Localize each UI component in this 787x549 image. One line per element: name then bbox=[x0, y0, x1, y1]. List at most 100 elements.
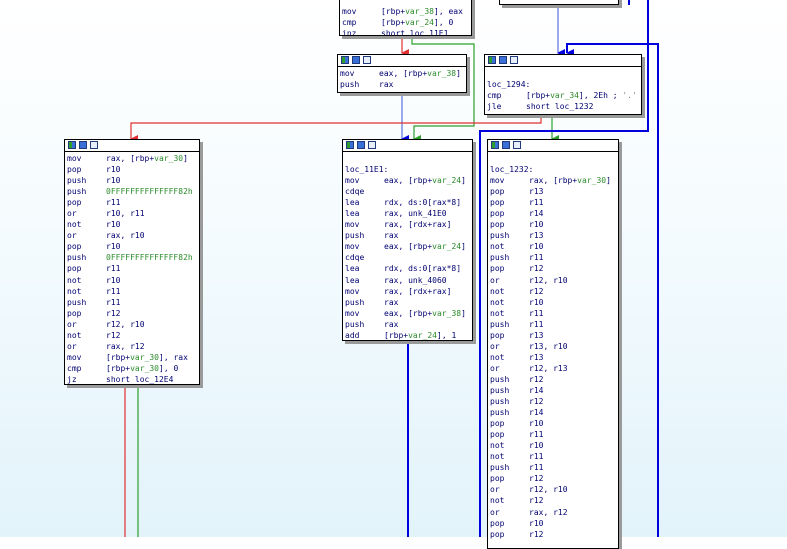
block-loc-11e1[interactable]: loc_11E1: mov eax, [rbp+var_24] cdqe lea rdx,… bbox=[342, 139, 473, 341]
instruction-line[interactable]: cdqe bbox=[345, 186, 470, 197]
instruction-line[interactable]: cmp [rbp+var_34], 2Eh ; '.' bbox=[487, 90, 639, 101]
instruction-line[interactable]: or rax, r12 bbox=[67, 341, 197, 352]
instruction-line[interactable]: pop r13 bbox=[490, 330, 616, 341]
operand-variable[interactable]: var_38 bbox=[427, 69, 456, 78]
instruction-line[interactable]: pop r12 bbox=[490, 529, 616, 540]
instruction-line[interactable]: or r12, r10 bbox=[490, 484, 616, 495]
instruction-line[interactable]: cdqe bbox=[345, 252, 470, 263]
node-titlebar[interactable] bbox=[485, 55, 641, 67]
instruction-line[interactable]: jz short loc_12E4 bbox=[67, 374, 197, 384]
zoom-node-icon[interactable] bbox=[368, 141, 376, 149]
instruction-line[interactable]: push rax bbox=[345, 319, 470, 330]
operand-variable[interactable]: var_30 bbox=[130, 364, 159, 373]
instruction-line[interactable]: pop r14 bbox=[490, 208, 616, 219]
instruction-line[interactable]: not r10 bbox=[490, 297, 616, 308]
operand-variable[interactable]: 0FFFFFFFFFFFFFF82h bbox=[106, 187, 193, 196]
instruction-line[interactable]: push rax bbox=[340, 79, 464, 90]
zoom-node-icon[interactable] bbox=[90, 141, 98, 149]
instruction-line[interactable]: push rax bbox=[345, 230, 470, 241]
instruction-line[interactable]: pop r11 bbox=[490, 429, 616, 440]
instruction-line[interactable]: mov eax, [rbp+var_38] bbox=[345, 308, 470, 319]
operand-variable[interactable]: var_38 bbox=[405, 7, 434, 16]
instruction-line[interactable]: mov rax, [rbp+var_30] bbox=[490, 175, 616, 186]
operand-variable[interactable]: var_38 bbox=[432, 309, 461, 318]
node-titlebar[interactable] bbox=[338, 55, 466, 67]
instruction-line[interactable]: lea rdx, ds:0[rax*8] bbox=[345, 197, 470, 208]
operand-variable[interactable]: var_24 bbox=[405, 18, 434, 27]
instruction-line[interactable]: mov eax, [rbp+var_24] bbox=[345, 175, 470, 186]
block-mov-var38[interactable]: mov eax, [rbp+var_38] push rax bbox=[337, 54, 467, 93]
operand-variable[interactable]: var_30 bbox=[130, 353, 159, 362]
blank-line[interactable] bbox=[487, 68, 639, 79]
operand-variable[interactable]: 0FFFFFFFFFFFFFF82h bbox=[106, 253, 193, 262]
operand-variable[interactable]: var_24 bbox=[432, 242, 461, 251]
node-titlebar[interactable] bbox=[343, 140, 472, 152]
graph-view-icon[interactable] bbox=[352, 56, 360, 64]
zoom-node-icon[interactable] bbox=[513, 141, 521, 149]
instruction-line[interactable]: push r13 bbox=[490, 230, 616, 241]
instruction-line[interactable]: not r10 bbox=[67, 275, 197, 286]
instruction-line[interactable]: mov rax, [rdx+rax] bbox=[345, 219, 470, 230]
instruction-line[interactable]: not r11 bbox=[490, 451, 616, 462]
instruction-line[interactable]: mov rax, [rbp+var_30] bbox=[67, 153, 197, 164]
color-palette-icon[interactable] bbox=[488, 56, 496, 64]
instruction-line[interactable]: push r11 bbox=[67, 297, 197, 308]
instruction-line[interactable]: or r12, r10 bbox=[490, 275, 616, 286]
instruction-line[interactable]: jnz short loc_11E1 bbox=[342, 28, 469, 35]
instruction-line[interactable]: pop r10 bbox=[67, 241, 197, 252]
operand-variable[interactable]: var_30 bbox=[154, 154, 183, 163]
block-loc-1232[interactable]: loc_1232: mov rax, [rbp+var_30] pop r13 pop r1… bbox=[487, 139, 619, 549]
instruction-line[interactable]: not r12 bbox=[490, 286, 616, 297]
operand-variable[interactable]: var_24 bbox=[432, 176, 461, 185]
node-titlebar[interactable] bbox=[488, 140, 618, 152]
instruction-line[interactable]: or rax, r12 bbox=[490, 507, 616, 518]
instruction-line[interactable]: push r10 bbox=[67, 175, 197, 186]
instruction-line[interactable]: pop r10 bbox=[67, 164, 197, 175]
instruction-line[interactable]: push r12 bbox=[490, 396, 616, 407]
instruction-line[interactable]: not r13 bbox=[490, 352, 616, 363]
operand-variable[interactable]: var_30 bbox=[577, 176, 606, 185]
graph-view-icon[interactable] bbox=[79, 141, 87, 149]
instruction-line[interactable]: add [rbp+var_24], 1 bbox=[345, 330, 470, 340]
color-palette-icon[interactable] bbox=[491, 141, 499, 149]
instruction-line[interactable]: or r12, r13 bbox=[490, 363, 616, 374]
instruction-line[interactable]: pop r10 bbox=[490, 219, 616, 230]
block-loc-1294[interactable]: loc_1294: cmp [rbp+var_34], 2Eh ; '.' jle sh… bbox=[484, 54, 642, 115]
instruction-line[interactable]: not r10 bbox=[490, 241, 616, 252]
instruction-line[interactable]: not r12 bbox=[490, 495, 616, 506]
instruction-line[interactable]: pop r13 bbox=[490, 186, 616, 197]
block-top-right[interactable] bbox=[499, 0, 619, 5]
instruction-line[interactable]: mov [rbp+var_30], rax bbox=[67, 352, 197, 363]
graph-view-icon[interactable] bbox=[499, 56, 507, 64]
instruction-line[interactable]: jle short loc_1232 bbox=[487, 101, 639, 112]
instruction-line[interactable]: not r11 bbox=[67, 286, 197, 297]
instruction-line[interactable]: mov eax, [rbp+var_38] bbox=[340, 68, 464, 79]
zoom-node-icon[interactable] bbox=[363, 56, 371, 64]
instruction-line[interactable]: push 0FFFFFFFFFFFFFF82h bbox=[67, 186, 197, 197]
code-label[interactable]: loc_1294: bbox=[487, 79, 639, 90]
code-label[interactable]: loc_11E1: bbox=[345, 164, 470, 175]
code-label[interactable]: loc_1232: bbox=[490, 164, 616, 175]
instruction-line[interactable]: pop r10 bbox=[490, 518, 616, 529]
instruction-line[interactable]: pop r12 bbox=[67, 308, 197, 319]
instruction-line[interactable]: push 0FFFFFFFFFFFFFF82h bbox=[67, 252, 197, 263]
block-left-jz-loc-12e4[interactable]: mov rax, [rbp+var_30] pop r10 push r10 push 0FF… bbox=[64, 139, 200, 385]
instruction-line[interactable]: pop r11 bbox=[490, 197, 616, 208]
instruction-line[interactable]: push r14 bbox=[490, 385, 616, 396]
zoom-node-icon[interactable] bbox=[510, 56, 518, 64]
instruction-line[interactable]: not r11 bbox=[490, 308, 616, 319]
instruction-line[interactable]: lea rdx, ds:0[rax*8] bbox=[345, 263, 470, 274]
instruction-line[interactable]: or r13, r10 bbox=[490, 341, 616, 352]
instruction-line[interactable]: push rax bbox=[345, 297, 470, 308]
instruction-line[interactable]: not r10 bbox=[67, 219, 197, 230]
instruction-line[interactable]: push r12 bbox=[490, 374, 616, 385]
instruction-line[interactable]: not r12 bbox=[67, 330, 197, 341]
blank-line[interactable] bbox=[490, 153, 616, 164]
node-titlebar[interactable] bbox=[65, 140, 199, 152]
instruction-line[interactable]: push r11 bbox=[490, 252, 616, 263]
graph-view-icon[interactable] bbox=[502, 141, 510, 149]
operand-variable[interactable]: var_24 bbox=[408, 331, 437, 340]
instruction-line[interactable]: mov [rbp+var_38], eax bbox=[342, 6, 469, 17]
instruction-line[interactable]: pop r11 bbox=[67, 197, 197, 208]
color-palette-icon[interactable] bbox=[68, 141, 76, 149]
